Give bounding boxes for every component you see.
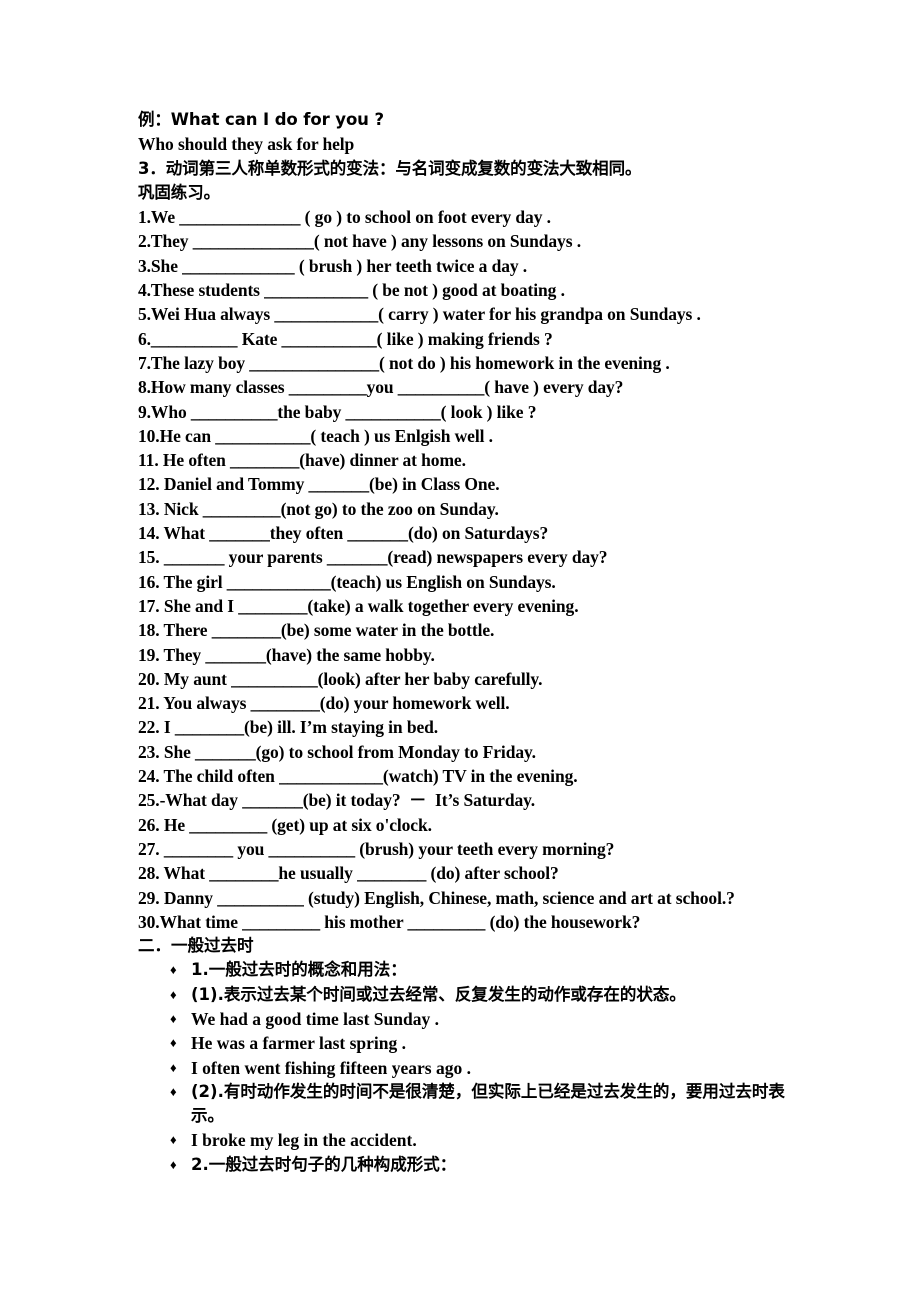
diamond-bullet-icon: ♦: [170, 1010, 177, 1026]
exercise-line: 12. Daniel and Tommy _______(be) in Clas…: [138, 474, 500, 495]
intro-block: 例：What can I do for you ? Who should the…: [138, 108, 920, 157]
document-page: 例：What can I do for you ? Who should the…: [0, 0, 920, 1302]
exercise-line: 19. They _______(have) the same hobby.: [138, 644, 435, 665]
bullet-item: ♦ (2).有时动作发生的时间不是很清楚，但实际上已经是过去发生的，要用过去时表示…: [138, 1080, 920, 1129]
diamond-bullet-icon: ♦: [170, 1083, 177, 1099]
diamond-bullet-icon: ♦: [170, 1035, 177, 1051]
bullet-item: ♦ He was a farmer last spring .: [138, 1031, 920, 1055]
exercise-line: 8.How many classes _________you ________…: [138, 377, 624, 398]
exercise-line: 4.These students ____________ ( be not )…: [138, 280, 565, 301]
exercise-line: 9.Who __________the baby ___________( lo…: [138, 401, 537, 422]
exercise-line: 14. What _______they often _______(do) o…: [138, 523, 549, 544]
bullet-item: ♦ I often went fishing fifteen years ago …: [138, 1056, 920, 1080]
bullet-item-label: I often went fishing fifteen years ago .: [191, 1057, 471, 1078]
exercise-line: 21. You always ________(do) your homewor…: [138, 693, 510, 714]
bullet-list: ♦ 1.一般过去时的概念和用法： ♦ (1).表示过去某个时间或过去经常、反复发生的动…: [138, 958, 920, 1177]
exercise-line: 30.What time _________ his mother ______…: [138, 911, 641, 932]
bullet-item-label: 2.一般过去时句子的几种构成形式：: [191, 1154, 457, 1174]
exercise-line: 29. Danny __________ (study) English, Ch…: [138, 887, 735, 908]
bullet-item-label: We had a good time last Sunday .: [191, 1008, 439, 1029]
diamond-bullet-icon: ♦: [170, 1132, 177, 1148]
exercise-line: 26. He _________ (get) up at six o'clock…: [138, 814, 432, 835]
bullet-item: ♦ I broke my leg in the accident.: [138, 1128, 920, 1152]
bullet-item: ♦ We had a good time last Sunday .: [138, 1007, 920, 1031]
exercise-line: 20. My aunt __________(look) after her b…: [138, 668, 543, 689]
exercise-line: 16. The girl ____________(teach) us Engl…: [138, 571, 556, 592]
diamond-bullet-icon: ♦: [170, 1156, 177, 1172]
diamond-bullet-icon: ♦: [170, 962, 177, 978]
exercise-line: 17. She and I ________(take) a walk toge…: [138, 595, 579, 616]
bullet-item-label: He was a farmer last spring .: [191, 1033, 406, 1054]
bullet-item-label: (2).有时动作发生的时间不是很清楚，但实际上已经是过去发生的，要用过去时表示。: [191, 1081, 785, 1126]
exercise-line: 2.They ______________( not have ) any le…: [138, 231, 581, 252]
practice-heading: 巩固练习。: [138, 182, 221, 202]
exercise-line: 1.We ______________ ( go ) to school on …: [138, 207, 551, 228]
diamond-bullet-icon: ♦: [170, 1059, 177, 1075]
exercise-line: 27. ________ you __________ (brush) your…: [138, 838, 615, 859]
bullet-item-label: I broke my leg in the accident.: [191, 1130, 417, 1151]
intro-line-1: Who should they ask for help: [138, 134, 355, 155]
rule-line: 3．动词第三人称单数形式的变法：与名词变成复数的变法大致相同。: [138, 158, 642, 178]
bullet-item: ♦ 1.一般过去时的概念和用法：: [138, 958, 920, 982]
exercise-line: 28. What ________he usually ________ (do…: [138, 863, 559, 884]
bullet-item: ♦ 2.一般过去时句子的几种构成形式：: [138, 1153, 920, 1177]
exercise-line: 15. _______ your parents _______(read) n…: [138, 547, 608, 568]
exercise-list: 1.We ______________ ( go ) to school on …: [138, 205, 920, 934]
exercise-line: 18. There ________(be) some water in the…: [138, 620, 495, 641]
bullet-item-label: (1).表示过去某个时间或过去经常、反复发生的动作或存在的状态。: [191, 984, 686, 1004]
bullet-item-label: 1.一般过去时的概念和用法：: [191, 960, 407, 980]
bullet-item: ♦ (1).表示过去某个时间或过去经常、反复发生的动作或存在的状态。: [138, 983, 920, 1007]
exercise-line: 11. He often ________(have) dinner at ho…: [138, 450, 466, 471]
diamond-bullet-icon: ♦: [170, 986, 177, 1002]
exercise-line: 13. Nick _________(not go) to the zoo on…: [138, 498, 499, 519]
section-two-heading: 二．一般过去时: [138, 936, 254, 956]
exercise-line: 7.The lazy boy _______________( not do )…: [138, 352, 670, 373]
exercise-line: 6.__________ Kate ___________( like ) ma…: [138, 328, 553, 349]
exercise-line: 24. The child often ____________(watch) …: [138, 766, 578, 787]
exercise-line: 22. I ________(be) ill. I’m staying in b…: [138, 717, 439, 738]
exercise-line: 10.He can ___________( teach ) us Enlgis…: [138, 425, 493, 446]
exercise-line: 25.-What day _______(be) it today? － It’…: [138, 790, 536, 811]
intro-line-0: 例：What can I do for you ?: [138, 110, 384, 129]
exercise-line: 5.Wei Hua always ____________( carry ) w…: [138, 304, 701, 325]
exercise-line: 23. She _______(go) to school from Monda…: [138, 741, 536, 762]
exercise-line: 3.She _____________ ( brush ) her teeth …: [138, 255, 528, 276]
